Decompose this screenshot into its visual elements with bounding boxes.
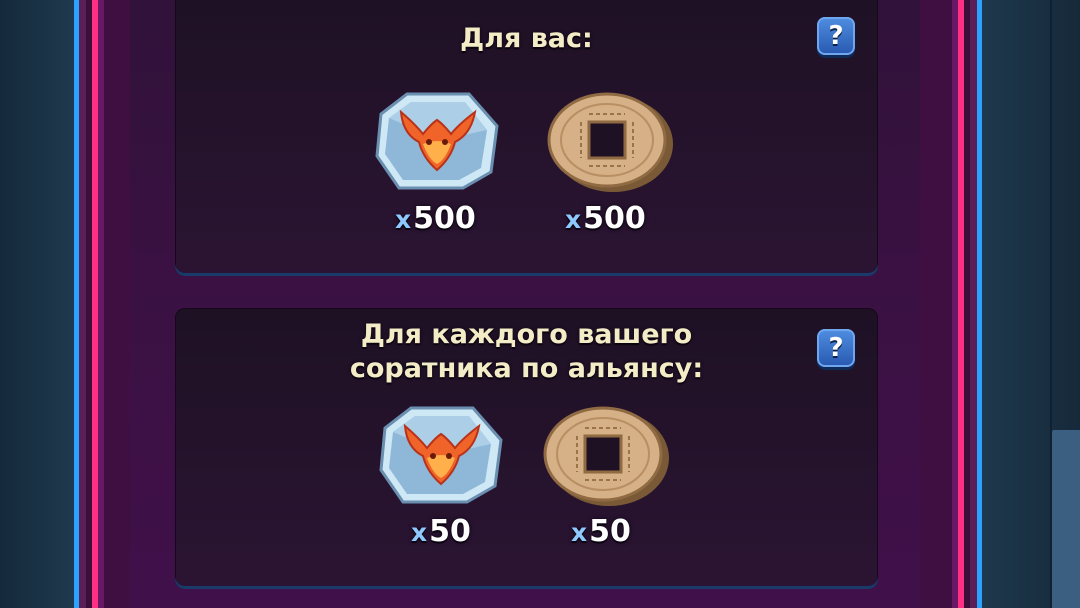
bull-emblem-crystal-icon[interactable] <box>375 404 507 508</box>
bull-emblem-crystal-icon[interactable] <box>371 90 503 194</box>
personal-crystal-quantity: x500 <box>395 201 476 236</box>
personal-rewards-panel: Для вас: ? x500 x500 <box>175 0 878 276</box>
question-mark-icon: ? <box>828 333 844 363</box>
alliance-rewards-panel: Для каждого вашего соратника по альянсу:… <box>175 308 878 589</box>
bronze-coin-icon[interactable] <box>541 404 673 512</box>
bronze-coin-icon[interactable] <box>545 90 677 198</box>
alliance-crystal-quantity: x50 <box>411 514 471 549</box>
alliance-rewards-title-line2: соратника по альянсу: <box>349 353 704 384</box>
personal-coin-quantity: x500 <box>565 201 646 236</box>
personal-rewards-title: Для вас: <box>460 23 593 54</box>
alliance-coin-quantity: x50 <box>571 514 631 549</box>
scrollbar-thumb[interactable] <box>1052 430 1080 608</box>
alliance-rewards-title-line1: Для каждого вашего <box>360 319 693 350</box>
personal-help-button[interactable]: ? <box>817 17 855 55</box>
question-mark-icon: ? <box>828 21 844 51</box>
background-left <box>0 0 80 608</box>
alliance-help-button[interactable]: ? <box>817 329 855 367</box>
